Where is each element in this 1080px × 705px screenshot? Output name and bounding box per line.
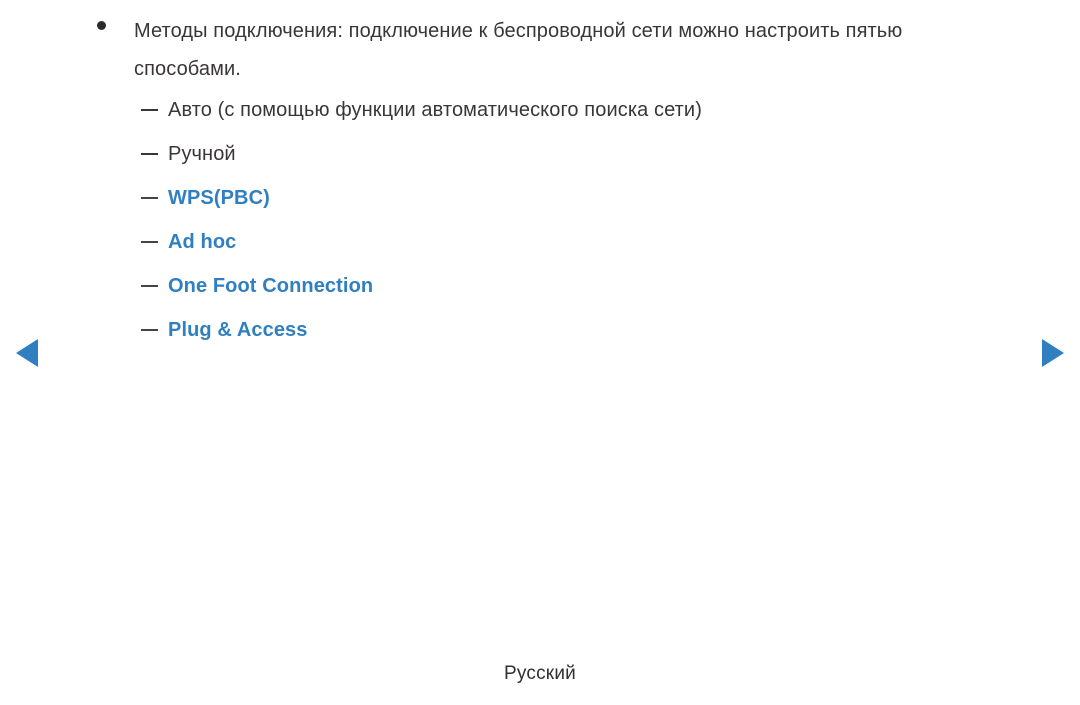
content-area: Методы подключения: подключение к беспро… bbox=[0, 0, 1080, 352]
dash-marker-icon bbox=[141, 241, 158, 243]
list-item: Ручной bbox=[0, 132, 1080, 176]
triangle-left-icon bbox=[16, 339, 38, 367]
bullet-item: Методы подключения: подключение к беспро… bbox=[0, 0, 1080, 88]
bullet-dot-icon bbox=[97, 21, 106, 30]
list-item-label[interactable]: Ad hoc bbox=[168, 229, 236, 255]
dash-marker-icon bbox=[141, 153, 158, 155]
list-item-link-wps-pbc[interactable]: WPS(PBC) bbox=[0, 176, 1080, 220]
list-item-label[interactable]: Plug & Access bbox=[168, 317, 308, 343]
language-label: Русский bbox=[504, 663, 576, 684]
list-item-link-ad-hoc[interactable]: Ad hoc bbox=[0, 220, 1080, 264]
list-item-label[interactable]: One Foot Connection bbox=[168, 273, 373, 299]
dash-marker-icon bbox=[141, 329, 158, 331]
list-item-link-plug-and-access[interactable]: Plug & Access bbox=[0, 308, 1080, 352]
list-item-label[interactable]: WPS(PBC) bbox=[168, 185, 270, 211]
footer: Русский bbox=[0, 663, 1080, 685]
list-item-label: Ручной bbox=[168, 143, 236, 165]
dash-marker-icon bbox=[141, 197, 158, 199]
list-item: Авто (с помощью функции автоматического … bbox=[0, 88, 1080, 132]
bullet-item-text: Методы подключения: подключение к беспро… bbox=[134, 20, 903, 80]
dash-marker-icon bbox=[141, 285, 158, 287]
list-item-label: Авто (с помощью функции автоматического … bbox=[168, 99, 702, 121]
list-item-link-one-foot-connection[interactable]: One Foot Connection bbox=[0, 264, 1080, 308]
triangle-right-icon bbox=[1042, 339, 1064, 367]
connection-methods-list: Авто (с помощью функции автоматического … bbox=[0, 88, 1080, 352]
next-page-button[interactable] bbox=[1042, 339, 1064, 367]
previous-page-button[interactable] bbox=[16, 339, 38, 367]
manual-page: Методы подключения: подключение к беспро… bbox=[0, 0, 1080, 705]
dash-marker-icon bbox=[141, 109, 158, 111]
